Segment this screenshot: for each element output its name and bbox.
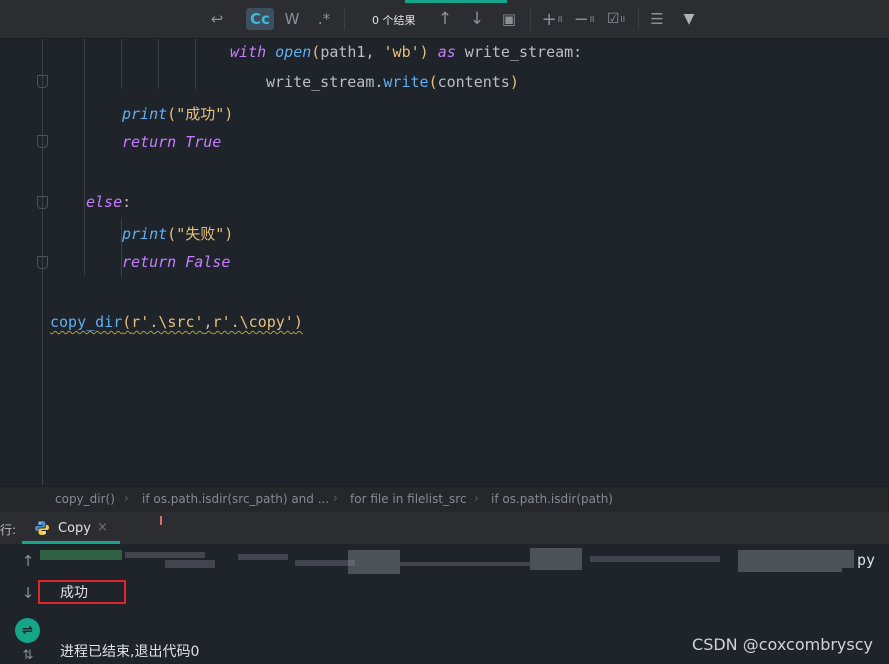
watermark: CSDN @coxcombryscy <box>692 635 873 654</box>
run-console[interactable]: ↑ ↓ ⇌ ⇅ py 成功 进程已结束,退出代码0 CSDN @coxcombr… <box>0 544 889 664</box>
filter-options-icon[interactable]: ☰ <box>646 8 668 30</box>
code-line: print("失败") <box>122 225 234 243</box>
fold-marker-icon[interactable] <box>37 135 48 148</box>
run-label: 行: <box>0 523 17 537</box>
fold-marker-icon[interactable] <box>37 196 48 209</box>
toolbar-separator <box>344 8 345 30</box>
find-toolbar: ↩ Cc W .* 0 个结果 ↑ ↓ ▣ + II − II ☑ II ☰ ▼ <box>0 0 889 39</box>
replace-icon[interactable]: ↩ <box>204 8 230 30</box>
regex-button[interactable]: .* <box>312 8 336 30</box>
breadcrumb-item[interactable]: for file in filelist_src <box>350 492 467 506</box>
breadcrumb-separator: › <box>474 491 479 505</box>
code-line: write_stream.write(contents) <box>266 73 519 91</box>
code-line: else: <box>86 193 132 211</box>
remove-selection-icon[interactable]: − II <box>572 8 596 30</box>
redacted-text <box>238 554 288 560</box>
output-line: 成功 <box>60 585 88 601</box>
fold-marker-icon[interactable] <box>37 256 48 269</box>
redacted-text <box>295 560 355 566</box>
redacted-text <box>530 548 582 570</box>
select-all-occurrences-icon[interactable]: ☑ II <box>604 8 628 30</box>
scroll-up-icon[interactable]: ↑ <box>18 552 38 570</box>
indent-guide <box>84 39 85 275</box>
redacted-text <box>400 562 530 566</box>
run-tab-copy[interactable]: Copy × <box>22 512 120 544</box>
scroll-down-icon[interactable]: ↓ <box>18 584 38 602</box>
next-occurrence-icon[interactable]: ↓ <box>466 8 488 30</box>
redacted-text <box>40 550 122 560</box>
sort-icon[interactable]: ⇅ <box>18 648 38 663</box>
indent-guide <box>195 39 196 89</box>
toolbar-separator <box>638 8 639 30</box>
python-icon <box>35 521 49 535</box>
console-gutter: ↑ ↓ ⇌ ⇅ <box>0 544 44 664</box>
process-exit-line: 进程已结束,退出代码0 <box>60 644 200 660</box>
redacted-text <box>125 552 205 558</box>
whole-words-button[interactable]: W <box>280 8 304 30</box>
toolbar-separator <box>530 8 531 30</box>
code-editor[interactable]: with open(path1, 'wb') as write_stream: … <box>0 39 889 486</box>
filter-icon[interactable]: ▼ <box>678 8 700 30</box>
indent-guide <box>121 39 122 89</box>
run-tab-label: Copy <box>58 521 91 536</box>
output-line-tail: py <box>857 551 876 569</box>
indent-guide <box>158 39 159 89</box>
previous-occurrence-icon[interactable]: ↑ <box>434 8 456 30</box>
breadcrumb-separator: › <box>124 491 129 505</box>
soft-wrap-icon[interactable]: ⇌ <box>15 618 40 643</box>
fold-marker-icon[interactable] <box>37 75 48 88</box>
breadcrumb: copy_dir() › if os.path.isdir(src_path) … <box>0 486 889 512</box>
run-panel-header: 行: Copy × <box>0 512 889 544</box>
redacted-text <box>842 550 854 568</box>
breadcrumb-item[interactable]: if os.path.isdir(path) <box>491 492 613 506</box>
search-results-count: 0 个结果 <box>372 14 416 27</box>
add-selection-icon[interactable]: + II <box>540 8 564 30</box>
code-line: with open(path1, 'wb') as write_stream: <box>230 43 583 61</box>
select-all-icon[interactable]: ▣ <box>498 8 520 30</box>
redacted-text <box>165 560 215 568</box>
breadcrumb-item[interactable]: copy_dir() <box>55 492 115 506</box>
toolbar-accent-line <box>405 0 507 3</box>
breadcrumb-item[interactable]: if os.path.isdir(src_path) and ... <box>142 492 329 506</box>
code-line: print("成功") <box>122 105 234 123</box>
close-icon[interactable]: × <box>97 520 108 535</box>
redacted-text <box>738 550 842 572</box>
match-case-button[interactable]: Cc <box>246 8 274 30</box>
redacted-text <box>590 556 720 562</box>
code-line: return False <box>122 253 231 271</box>
code-line: copy_dir(r'.\src',r'.\copy') <box>50 313 303 331</box>
breadcrumb-separator: › <box>333 491 338 505</box>
status-mark <box>160 516 162 525</box>
redacted-text <box>348 550 400 574</box>
code-line: return True <box>122 133 222 151</box>
